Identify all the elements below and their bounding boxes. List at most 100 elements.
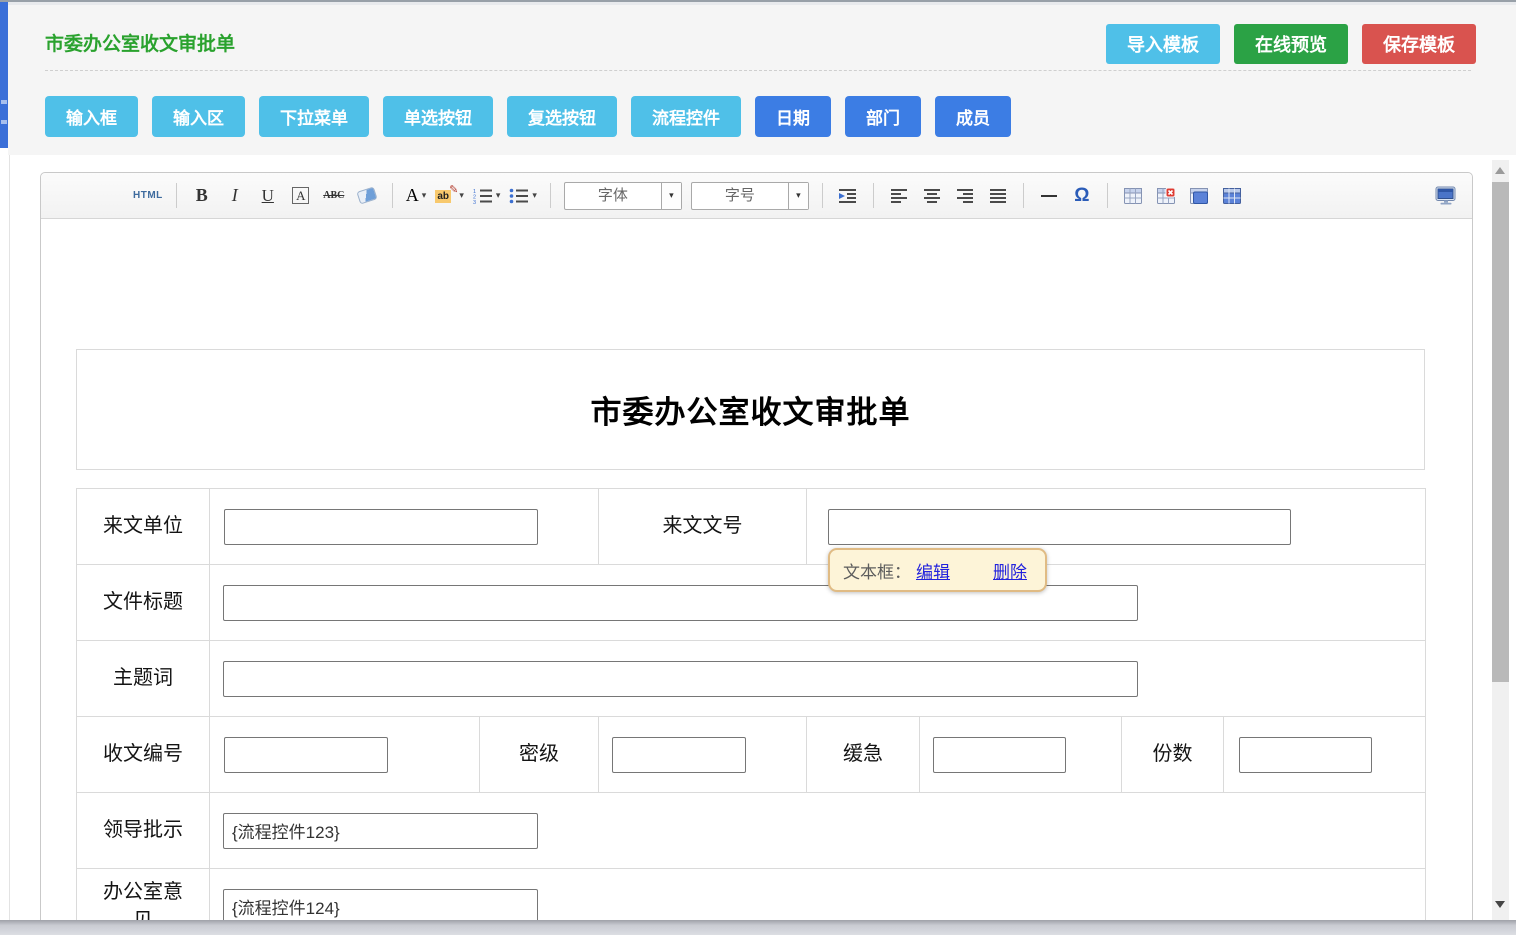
toolbar-separator (176, 183, 177, 208)
window-bottom-bar (0, 920, 1516, 935)
document-title-box: 市委办公室收文审批单 (76, 349, 1425, 470)
table-properties-icon (1190, 188, 1208, 204)
table-row: 来文单位 来文文号 (77, 489, 1426, 565)
fullscreen-button[interactable] (1434, 182, 1458, 210)
table-properties-button[interactable] (1187, 182, 1211, 210)
horizontal-rule-icon (1041, 195, 1057, 197)
char-border-icon[interactable]: A (289, 182, 313, 210)
scrollbar-thumb[interactable] (1492, 182, 1509, 682)
underline-icon[interactable]: U (256, 182, 280, 210)
highlight-button[interactable]: ab ✎ ▾ (435, 182, 464, 210)
bold-icon[interactable]: B (190, 182, 214, 210)
document-title: 市委办公室收文审批单 (591, 387, 911, 432)
document-form-table: 来文单位 来文文号 文件标题 主题词 收文编号 密级 缓急 份数 (76, 488, 1426, 935)
laiwen-danwei-input[interactable] (224, 509, 538, 545)
window-top-frame (0, 0, 1516, 5)
save-template-button[interactable]: 保存模板 (1362, 24, 1476, 64)
pencil-icon: ✎ (449, 183, 458, 196)
insert-table-icon (1124, 188, 1142, 204)
cell-properties-button[interactable] (1220, 182, 1244, 210)
laiwen-wenhao-input[interactable] (828, 509, 1291, 545)
align-right-button[interactable] (953, 182, 977, 210)
textbox-control-tooltip: 文本框： 编辑 删除 (828, 548, 1047, 592)
horizontal-rule-button[interactable] (1037, 182, 1061, 210)
lingdao-pishi-flow-input[interactable] (223, 813, 538, 849)
align-justify-icon (989, 188, 1007, 203)
header-divider (45, 70, 1471, 71)
italic-icon[interactable]: I (223, 182, 247, 210)
unordered-list-icon (509, 188, 529, 204)
richtext-editor: HTML B I U A ABC A ▾ ab ✎ ▾ 1 2 3 (40, 172, 1473, 935)
background-window-mark (1, 120, 7, 124)
shouwen-bianhao-input[interactable] (224, 737, 388, 773)
editor-canvas[interactable]: 市委办公室收文审批单 来文单位 来文文号 文件标题 主题词 收文 (41, 219, 1472, 935)
insert-dropdown-button[interactable]: 下拉菜单 (259, 96, 369, 137)
caret-down-icon: ▾ (532, 191, 537, 200)
indent-button[interactable] (836, 182, 860, 210)
page-header: 市委办公室收文审批单 导入模板 在线预览 保存模板 输入框 输入区 下拉菜单 单… (8, 3, 1516, 155)
caret-down-icon: ▾ (788, 183, 808, 209)
zhutici-input[interactable] (223, 661, 1138, 697)
insert-department-button[interactable]: 部门 (845, 96, 921, 137)
cell-properties-icon (1223, 188, 1241, 204)
toolbar-separator (550, 183, 551, 208)
html-source-icon[interactable]: HTML (133, 182, 163, 210)
font-family-value: 字体 (565, 183, 661, 209)
insert-radio-button[interactable]: 单选按钮 (383, 96, 493, 137)
caret-down-icon: ▾ (496, 191, 501, 200)
strikethrough-icon[interactable]: ABC (322, 182, 346, 210)
field-control-buttons: 输入框 输入区 下拉菜单 单选按钮 复选按钮 流程控件 日期 部门 成员 (45, 96, 1011, 137)
toolbar-separator (1107, 183, 1108, 208)
insert-date-button[interactable]: 日期 (755, 96, 831, 137)
tooltip-edit-link[interactable]: 编辑 (916, 558, 950, 583)
insert-checkbox-button[interactable]: 复选按钮 (507, 96, 617, 137)
huanji-input[interactable] (933, 737, 1066, 773)
eraser-icon[interactable] (355, 182, 379, 210)
field-label-miji: 密级 (480, 740, 598, 769)
online-preview-button[interactable]: 在线预览 (1234, 24, 1348, 64)
field-label-wenjian-biaoti: 文件标题 (77, 588, 209, 617)
highlight-icon: ab ✎ (435, 188, 456, 204)
font-size-select[interactable]: 字号 ▾ (691, 182, 809, 210)
scroll-up-arrow-icon[interactable] (1495, 167, 1505, 174)
align-center-icon (923, 188, 941, 203)
insert-flow-control-button[interactable]: 流程控件 (631, 96, 741, 137)
table-row: 主题词 (77, 641, 1426, 717)
delete-table-button[interactable] (1154, 182, 1178, 210)
toolbar-separator (822, 183, 823, 208)
table-row: 领导批示 (77, 793, 1426, 869)
field-label-shouwen-bianhao: 收文编号 (77, 740, 209, 769)
scroll-down-arrow-icon[interactable] (1495, 901, 1505, 908)
tooltip-delete-link[interactable]: 删除 (993, 558, 1027, 583)
align-left-icon (890, 188, 908, 203)
field-label-huanji: 缓急 (807, 740, 919, 769)
import-template-button[interactable]: 导入模板 (1106, 24, 1220, 64)
caret-down-icon: ▾ (661, 183, 681, 209)
font-color-button[interactable]: A ▾ (406, 182, 427, 210)
font-color-icon: A (406, 185, 419, 206)
vertical-scrollbar[interactable] (1492, 160, 1509, 920)
field-label-zhutici: 主题词 (77, 664, 209, 693)
align-left-button[interactable] (887, 182, 911, 210)
background-window-mark (1, 100, 7, 104)
insert-textarea-button[interactable]: 输入区 (152, 96, 245, 137)
fenshu-input[interactable] (1239, 737, 1372, 773)
font-family-select[interactable]: 字体 ▾ (564, 182, 682, 210)
miji-input[interactable] (612, 737, 746, 773)
insert-table-button[interactable] (1121, 182, 1145, 210)
toolbar-separator (392, 183, 393, 208)
align-justify-button[interactable] (986, 182, 1010, 210)
caret-down-icon: ▾ (422, 191, 427, 200)
special-char-icon[interactable]: Ω (1070, 182, 1094, 210)
template-actions: 导入模板 在线预览 保存模板 (1106, 24, 1476, 64)
ordered-list-button[interactable]: 1 2 3 ▾ (473, 182, 501, 210)
insert-member-button[interactable]: 成员 (935, 96, 1011, 137)
unordered-list-button[interactable]: ▾ (509, 182, 537, 210)
char-border-glyph: A (292, 187, 309, 204)
insert-inputbox-button[interactable]: 输入框 (45, 96, 138, 137)
align-center-button[interactable] (920, 182, 944, 210)
field-label-lingdao-pishi: 领导批示 (77, 816, 209, 845)
page-title: 市委办公室收文审批单 (45, 29, 235, 56)
field-label-laiwen-danwei: 来文单位 (77, 512, 209, 541)
toolbar-separator (1023, 183, 1024, 208)
